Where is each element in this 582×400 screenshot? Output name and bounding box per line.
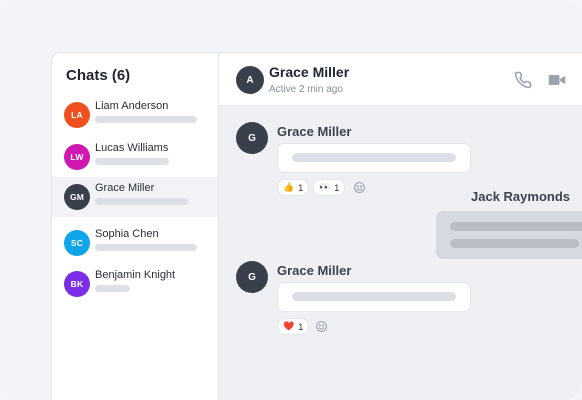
contact-name: Grace Miller	[269, 64, 350, 80]
heart-icon: ❤️	[283, 321, 295, 331]
chat-name: Sophia Chen	[95, 228, 159, 240]
chat-item-benjamin-knight[interactable]: BK Benjamin Knight	[52, 264, 218, 304]
message-bubble-own	[436, 211, 582, 259]
avatar: LA	[64, 102, 90, 128]
message-sender: Grace Miller	[277, 263, 352, 278]
message-preview-placeholder	[95, 285, 130, 292]
add-reaction-button[interactable]	[314, 319, 329, 334]
chat-name: Grace Miller	[95, 182, 155, 194]
reaction-eyes[interactable]: 👀 1	[313, 179, 346, 196]
message-preview-placeholder	[95, 158, 169, 165]
video-icon	[548, 75, 566, 85]
chats-title: Chats (6)	[66, 67, 131, 84]
reaction-count: 1	[334, 182, 340, 193]
avatar: SC	[64, 230, 90, 256]
avatar: LW	[64, 144, 90, 170]
avatar: A	[236, 66, 264, 94]
message-sender: Grace Miller	[277, 124, 352, 139]
message-preview-placeholder	[95, 198, 188, 205]
message-preview-placeholder	[95, 116, 197, 123]
message-bubble	[277, 282, 471, 312]
reaction-heart[interactable]: ❤️ 1	[277, 318, 310, 335]
reaction-count: 1	[298, 321, 304, 332]
app-frame: Chats (6) LA Liam Anderson LW Lucas Will…	[0, 0, 582, 400]
reaction-thumbs-up[interactable]: 👍 1	[277, 179, 310, 196]
eyes-icon: 👀	[319, 182, 331, 192]
message-text-placeholder	[450, 239, 579, 248]
message-text-placeholder	[292, 292, 456, 301]
avatar: G	[236, 122, 268, 154]
message-sender: Jack Raymonds	[471, 189, 570, 204]
chat-item-grace-miller[interactable]: GM Grace Miller	[52, 177, 218, 217]
message-preview-placeholder	[95, 244, 197, 251]
phone-icon	[514, 71, 532, 89]
chat-name: Benjamin Knight	[95, 269, 176, 281]
add-reaction-button[interactable]	[352, 180, 367, 195]
chat-item-lucas-williams[interactable]: LW Lucas Williams	[52, 137, 218, 177]
avatar: G	[236, 261, 268, 293]
conversation-header: A Grace Miller Active 2 min ago	[219, 53, 582, 106]
chat-item-liam-anderson[interactable]: LA Liam Anderson	[52, 95, 218, 135]
chat-item-sophia-chen[interactable]: SC Sophia Chen	[52, 223, 218, 263]
thumbs-up-icon: 👍	[283, 182, 295, 192]
avatar: BK	[64, 271, 90, 297]
smiley-add-icon	[316, 321, 327, 332]
chat-window: Chats (6) LA Liam Anderson LW Lucas Will…	[51, 52, 582, 400]
contact-status: Active 2 min ago	[269, 84, 343, 95]
chat-name: Liam Anderson	[95, 100, 169, 112]
message-bubble	[277, 143, 471, 173]
chat-list-sidebar: Chats (6) LA Liam Anderson LW Lucas Will…	[52, 53, 219, 400]
conversation-panel: A Grace Miller Active 2 min ago G Grace …	[219, 53, 582, 400]
message-text-placeholder	[292, 153, 456, 162]
avatar: GM	[64, 184, 90, 210]
message-text-placeholder	[450, 222, 582, 231]
call-button[interactable]	[512, 69, 534, 91]
chat-name: Lucas Williams	[95, 142, 169, 154]
video-call-button[interactable]	[546, 69, 568, 91]
reaction-count: 1	[298, 182, 304, 193]
smiley-add-icon	[354, 182, 365, 193]
